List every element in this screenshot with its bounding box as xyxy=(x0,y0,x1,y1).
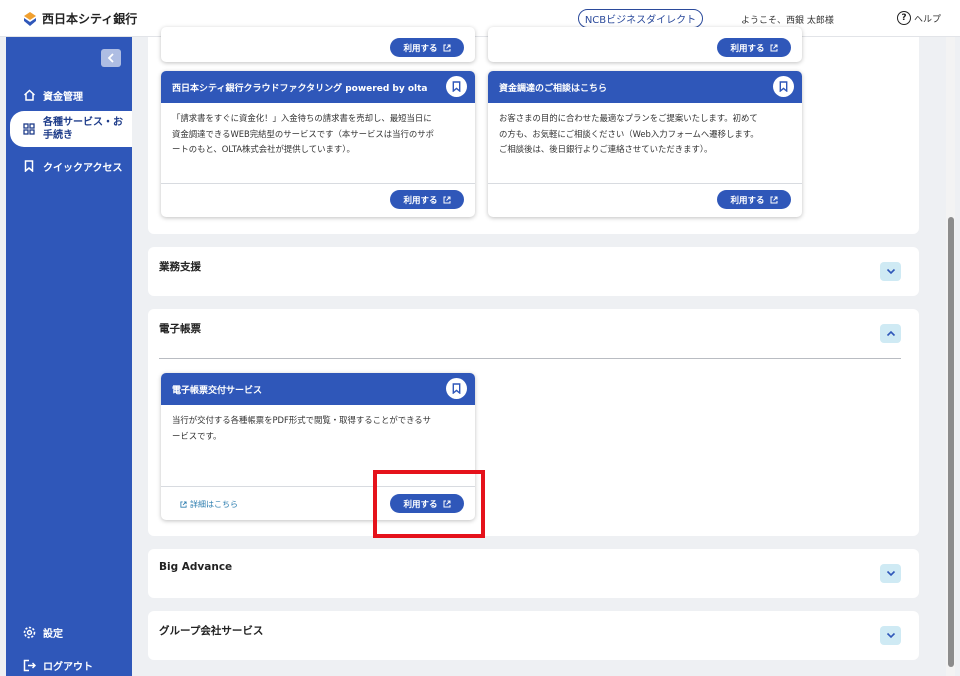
sidebar-item-label: クイックアクセス xyxy=(43,162,123,174)
sidebar-item-funds[interactable]: 資金管理 xyxy=(6,84,132,106)
section-title: Big Advance xyxy=(159,561,233,573)
chevron-down-icon xyxy=(886,570,895,577)
chevron-left-icon xyxy=(107,53,114,63)
help-link[interactable]: ? ヘルプ xyxy=(897,11,941,25)
card-footer: 利用する xyxy=(161,183,475,217)
card-description: お客さまの目的に合わせた最適なプランをご提案いたします。初めて の方も、お気軽に… xyxy=(499,113,759,154)
sidebar-collapse-button[interactable] xyxy=(101,49,121,67)
expand-button[interactable] xyxy=(880,262,901,281)
chevron-down-icon xyxy=(886,632,895,639)
grid-icon xyxy=(22,122,36,136)
section-divider xyxy=(159,358,901,359)
home-icon xyxy=(22,88,36,102)
use-button[interactable]: 利用する xyxy=(390,38,464,57)
bank-logo[interactable]: 西日本シティ銀行 xyxy=(22,10,137,27)
help-icon: ? xyxy=(897,11,911,25)
card-title: 西日本シティ銀行クラウドファクタリング powered by olta xyxy=(172,83,428,94)
external-link-icon xyxy=(443,196,450,203)
section-title: グループ会社サービス xyxy=(159,625,264,637)
service-card-olta: 西日本シティ銀行クラウドファクタリング powered by olta 「請求書… xyxy=(161,71,475,217)
card-title: 電子帳票交付サービス xyxy=(172,385,263,396)
service-card-prev-right: 利用する xyxy=(488,27,802,62)
help-label: ヘルプ xyxy=(914,14,942,25)
sidebar: 資金管理 各種サービス・お 手続き クイックアクセス 設定 ログアウト xyxy=(6,37,132,676)
external-link-icon xyxy=(770,196,777,203)
bookmark-icon[interactable] xyxy=(446,378,467,399)
card-description: 当行が交付する各種帳票をPDF形式で閲覧・取得することができるサ ービスです。 xyxy=(172,415,432,441)
bookmark-icon[interactable] xyxy=(446,76,467,97)
sidebar-item-quick-access[interactable]: クイックアクセス xyxy=(6,155,132,177)
sidebar-item-settings[interactable]: 設定 xyxy=(6,621,132,643)
expand-button[interactable] xyxy=(880,564,901,583)
gear-icon xyxy=(22,625,36,639)
detail-link[interactable]: 詳細はこちら xyxy=(180,499,238,510)
bookmark-icon[interactable] xyxy=(773,76,794,97)
card-header: 電子帳票交付サービス xyxy=(161,373,475,405)
scrollbar-thumb[interactable] xyxy=(948,217,954,667)
card-title: 資金調達のご相談はこちら xyxy=(499,83,608,94)
sidebar-item-logout[interactable]: ログアウト xyxy=(6,654,132,676)
use-button[interactable]: 利用する xyxy=(717,38,791,57)
bank-logo-icon xyxy=(24,11,36,26)
service-card-consultation: 資金調達のご相談はこちら お客さまの目的に合わせた最適なプランをご提案いたします… xyxy=(488,71,802,217)
card-description: 「請求書をすぐに資金化！」入金待ちの請求書を売却し、最短当日に 資金調達できるW… xyxy=(172,113,435,154)
chevron-down-icon xyxy=(886,268,895,275)
highlight-box xyxy=(373,470,485,538)
bank-name: 西日本シティ銀行 xyxy=(42,12,138,26)
external-link-icon xyxy=(180,501,187,508)
section-title: 業務支援 xyxy=(159,261,201,273)
use-button[interactable]: 利用する xyxy=(717,190,791,209)
sidebar-item-services[interactable]: 各種サービス・お 手続き xyxy=(10,111,132,147)
collapse-button[interactable] xyxy=(880,324,901,343)
card-header: 資金調達のご相談はこちら xyxy=(488,71,802,103)
ncb-direct-button[interactable]: NCBビジネスダイレクト xyxy=(578,9,703,28)
card-header: 西日本シティ銀行クラウドファクタリング powered by olta xyxy=(161,71,475,103)
service-card-prev-left: 利用する xyxy=(161,27,475,62)
welcome-text: ようこそ、西銀 太郎様 xyxy=(741,16,834,26)
external-link-icon xyxy=(443,44,450,51)
section-big-advance[interactable]: Big Advance xyxy=(148,549,919,598)
top-header: 西日本シティ銀行 NCBビジネスダイレクト ようこそ、西銀 太郎様 ? ヘルプ xyxy=(0,0,960,37)
vertical-scrollbar[interactable] xyxy=(946,37,955,676)
sidebar-item-label: ログアウト xyxy=(43,661,93,673)
sidebar-item-label: 設定 xyxy=(43,628,63,640)
logout-icon xyxy=(22,658,36,672)
expand-button[interactable] xyxy=(880,626,901,645)
card-footer: 利用する xyxy=(488,183,802,217)
use-button[interactable]: 利用する xyxy=(390,190,464,209)
external-link-icon xyxy=(770,44,777,51)
sidebar-item-label: 資金管理 xyxy=(43,91,83,103)
sidebar-item-label: 各種サービス・お 手続き xyxy=(43,117,123,141)
section-business-support[interactable]: 業務支援 xyxy=(148,247,919,296)
bookmark-icon xyxy=(22,159,36,173)
chevron-up-icon xyxy=(886,330,895,337)
section-title: 電子帳票 xyxy=(159,323,201,335)
section-group-company[interactable]: グループ会社サービス xyxy=(148,611,919,660)
